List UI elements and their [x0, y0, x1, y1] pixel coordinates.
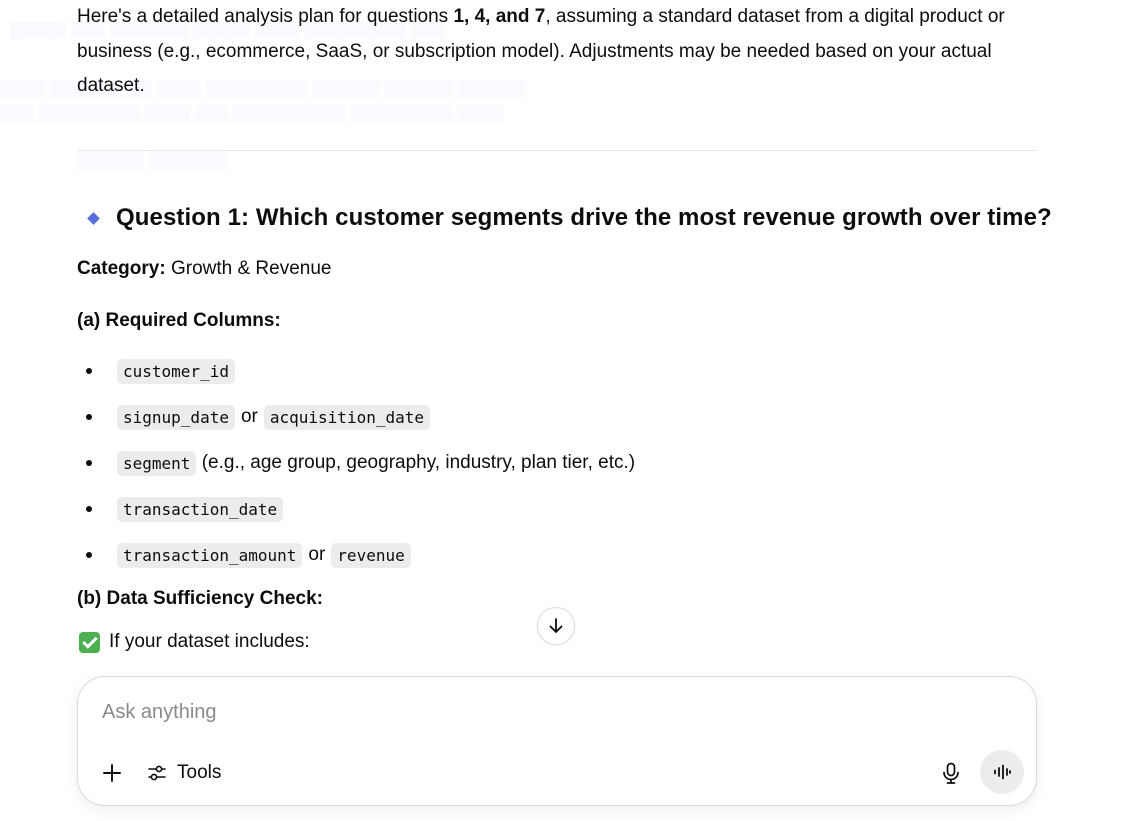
question-heading: Question 1: Which customer segments driv… — [86, 204, 1066, 232]
category-value: Growth & Revenue — [165, 258, 332, 279]
tools-label: Tools — [177, 762, 222, 783]
list-item: signup_date or acquisition_date — [86, 394, 986, 440]
message-composer: Tools — [77, 676, 1037, 806]
inline-code: signup_date — [117, 404, 235, 430]
sufficiency-check-line: If your dataset includes: — [79, 631, 310, 653]
intro-bold-questions: 1, 4, and 7 — [453, 6, 546, 27]
list-item-description: (e.g., age group, geography, industry, p… — [196, 452, 636, 473]
plus-icon — [103, 764, 121, 782]
bullet-dot — [86, 414, 92, 420]
list-item: segment (e.g., age group, geography, ind… — [86, 440, 986, 486]
intro-paragraph: Here's a detailed analysis plan for ques… — [77, 0, 1042, 104]
list-item: transaction_date — [86, 486, 986, 532]
chat-page: ▒▒▒▒▒ ▒▒▒ ▒▒▒▒▒▒▒ ▒▒▒▒▒ ▒▒▒▒ ▒▒▒▒▒▒▒▒▒ ▒… — [0, 0, 1135, 821]
inline-code: segment — [117, 450, 197, 476]
sufficiency-heading: (b) Data Sufficiency Check: — [77, 588, 323, 609]
sufficiency-check-text: If your dataset includes: — [109, 631, 310, 652]
category-line: Category: Growth & Revenue — [77, 258, 332, 280]
question-title: Question 1: Which customer segments driv… — [116, 204, 1052, 231]
sliders-icon — [148, 765, 166, 781]
intro-text-1: Here's a detailed analysis plan for ques… — [77, 6, 454, 27]
inline-code: transaction_amount — [117, 542, 303, 568]
or-separator: or — [308, 544, 326, 565]
bullet-dot — [86, 368, 92, 374]
scroll-to-bottom-button[interactable] — [537, 607, 575, 645]
bullet-dot — [86, 460, 92, 466]
category-label: Category: — [77, 258, 166, 279]
list-item: transaction_amount or revenue — [86, 532, 986, 578]
inline-code: customer_id — [117, 358, 235, 384]
or-separator: or — [240, 406, 258, 427]
inline-code: acquisition_date — [263, 404, 430, 430]
inline-code: transaction_date — [117, 496, 284, 522]
list-item: customer_id — [86, 348, 986, 394]
dictate-button[interactable] — [938, 760, 964, 786]
bullet-dot — [86, 552, 92, 558]
section-divider — [77, 150, 1037, 151]
arrow-down-icon — [549, 618, 563, 633]
add-attachment-button[interactable] — [100, 761, 124, 785]
required-columns-heading: (a) Required Columns: — [77, 310, 281, 331]
bullet-dot — [86, 506, 92, 512]
voice-waveform-icon — [994, 764, 1011, 780]
microphone-icon — [943, 762, 959, 784]
tools-button[interactable]: Tools — [146, 758, 221, 788]
required-columns-list: customer_id signup_date or acquisition_d… — [86, 348, 986, 578]
ask-input[interactable] — [102, 697, 922, 727]
voice-mode-button[interactable] — [980, 750, 1024, 794]
check-mark-icon — [79, 631, 100, 653]
inline-code: revenue — [331, 542, 411, 568]
diamond-icon — [87, 211, 100, 225]
